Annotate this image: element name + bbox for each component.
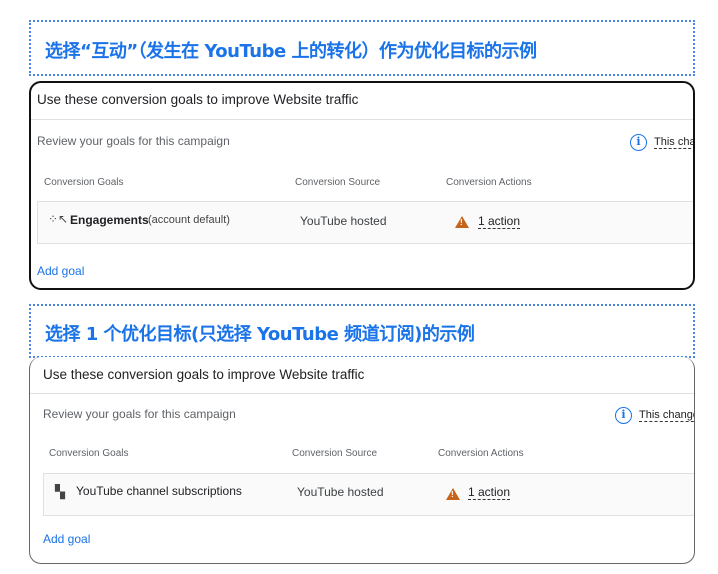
conversion-source: YouTube hosted — [300, 214, 387, 228]
card-title: Use these conversion goals to improve We… — [43, 367, 365, 382]
conversion-source: YouTube hosted — [297, 485, 384, 499]
warning-triangle-icon: ! — [446, 488, 460, 500]
column-header-source: Conversion Source — [295, 177, 381, 188]
table-row[interactable]: ⁘↖ Engagements (account default) YouTube… — [37, 201, 693, 244]
column-header-goals: Conversion Goals — [49, 448, 129, 459]
example-heading: 选择“互动”（发生在 YouTube 上的转化）作为优化目标的示例 — [45, 41, 537, 62]
goal-name: Engagements — [70, 213, 149, 227]
divider — [31, 119, 693, 120]
column-header-actions: Conversion Actions — [438, 448, 524, 459]
conversion-actions-link[interactable]: 1 action — [468, 485, 511, 500]
conversion-actions-link[interactable]: 1 action — [478, 214, 521, 229]
table-row[interactable]: ▚ YouTube channel subscriptions YouTube … — [43, 473, 694, 516]
goal-name: YouTube channel subscriptions — [76, 484, 242, 498]
warning-triangle-icon: ! — [455, 216, 469, 228]
info-link[interactable]: This change — [639, 409, 694, 422]
column-header-source: Conversion Source — [292, 448, 378, 459]
add-goal-button[interactable]: Add goal — [43, 532, 90, 546]
conversion-goals-card-1: Use these conversion goals to improve We… — [29, 81, 695, 290]
example-heading-box-1: 选择“互动”（发生在 YouTube 上的转化）作为优化目标的示例 — [29, 20, 695, 76]
card-title: Use these conversion goals to improve We… — [37, 92, 359, 107]
info-icon[interactable]: i — [615, 407, 632, 424]
column-header-actions: Conversion Actions — [446, 177, 532, 188]
info-link[interactable]: This cha — [654, 136, 693, 149]
example-heading-box-2: 选择 1 个优化目标(只选择 YouTube 频道订阅)的示例 — [29, 304, 695, 358]
column-header-goals: Conversion Goals — [44, 177, 124, 188]
goal-note: (account default) — [148, 214, 230, 226]
info-icon[interactable]: i — [630, 134, 647, 151]
example-heading: 选择 1 个优化目标(只选择 YouTube 频道订阅)的示例 — [45, 324, 475, 345]
review-text: Review your goals for this campaign — [43, 407, 236, 421]
channel-subscription-grid-icon: ▚ — [55, 484, 65, 499]
review-text: Review your goals for this campaign — [37, 134, 230, 148]
add-goal-button[interactable]: Add goal — [37, 264, 84, 278]
engagement-sparkle-icon: ⁘↖ — [48, 212, 69, 226]
divider — [30, 393, 694, 394]
conversion-goals-card-2: Use these conversion goals to improve We… — [29, 357, 695, 564]
